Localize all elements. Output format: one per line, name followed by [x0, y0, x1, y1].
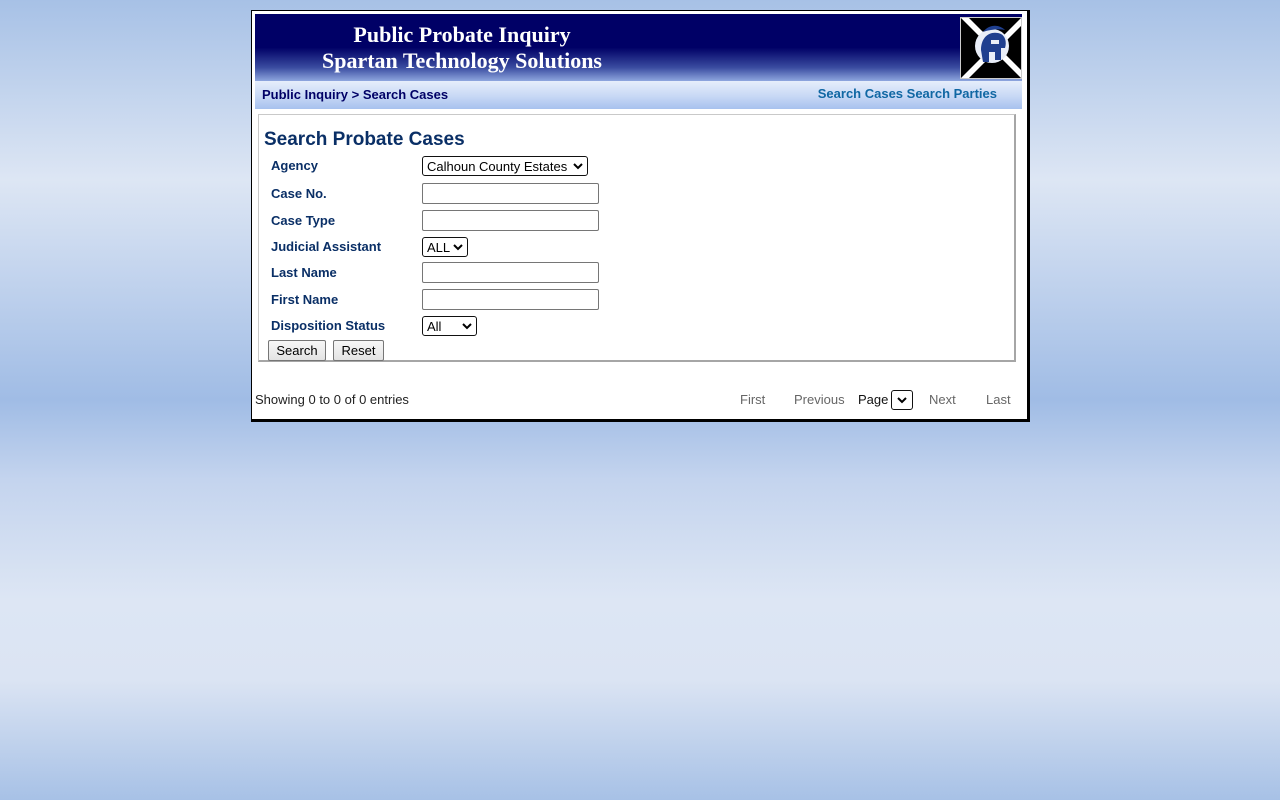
case-type-label: Case Type — [271, 213, 336, 228]
chevron-down-icon — [897, 397, 907, 404]
agency-select-value: Calhoun County Estates — [427, 158, 568, 174]
last-name-label: Last Name — [271, 265, 337, 280]
breadcrumb-public-inquiry[interactable]: Public Inquiry — [262, 87, 348, 102]
main-frame: Public Probate Inquiry Spartan Technolog… — [251, 10, 1030, 422]
case-no-input[interactable] — [422, 183, 599, 204]
banner-title-line1: Public Probate Inquiry — [353, 22, 571, 47]
breadcrumb: Public Inquiry > Search Cases — [262, 87, 448, 102]
disposition-status-label: Disposition Status — [271, 318, 386, 333]
first-name-input[interactable] — [422, 289, 599, 310]
breadcrumb-current: Search Cases — [362, 87, 449, 102]
judicial-assistant-label: Judicial Assistant — [271, 239, 382, 254]
last-name-input[interactable] — [422, 262, 599, 283]
pager-next[interactable]: Next — [929, 392, 956, 407]
disposition-status-select-value: All — [427, 318, 442, 334]
first-name-label: First Name — [271, 292, 339, 307]
agency-select[interactable]: Calhoun County Estates — [422, 156, 588, 176]
search-button[interactable]: Search — [268, 340, 326, 361]
search-panel: Search Probate Cases Agency Calhoun Coun… — [258, 114, 1016, 362]
pager-previous[interactable]: Previous — [794, 392, 845, 407]
judicial-assistant-select[interactable]: ALL — [422, 237, 468, 257]
banner-title: Public Probate Inquiry Spartan Technolog… — [307, 22, 617, 74]
case-type-input[interactable] — [422, 210, 599, 231]
chevron-down-icon — [573, 163, 583, 170]
banner-title-line2: Spartan Technology Solutions — [322, 48, 602, 73]
reset-button[interactable]: Reset — [333, 340, 384, 361]
nav-link-search-cases[interactable]: Search Cases — [818, 86, 903, 101]
entries-info: Showing 0 to 0 of 0 entries — [255, 392, 409, 407]
pager-last[interactable]: Last — [986, 392, 1011, 407]
chevron-down-icon — [453, 244, 463, 251]
nav-link-search-parties[interactable]: Search Parties — [907, 86, 997, 101]
spartan-helmet-icon — [961, 18, 1021, 78]
chevron-down-icon — [462, 323, 472, 330]
pager-page-label: Page — [858, 392, 889, 407]
breadcrumb-separator: > — [351, 87, 360, 102]
disposition-status-select[interactable]: All — [422, 316, 477, 336]
pagination-bar: Showing 0 to 0 of 0 entries First Previo… — [252, 390, 1027, 412]
page-title: Search Probate Cases — [264, 129, 465, 150]
pager-first[interactable]: First — [740, 392, 765, 407]
agency-label: Agency — [271, 158, 318, 173]
header-banner: Public Probate Inquiry Spartan Technolog… — [255, 14, 1022, 81]
nav-links: Search Cases Search Parties — [818, 86, 997, 101]
page-select[interactable] — [891, 390, 913, 410]
judicial-assistant-select-value: ALL — [427, 239, 451, 255]
nav-bar: Public Inquiry > Search Cases Search Cas… — [255, 81, 1022, 109]
case-no-label: Case No. — [271, 186, 327, 201]
spartan-helmet-logo — [960, 17, 1022, 79]
